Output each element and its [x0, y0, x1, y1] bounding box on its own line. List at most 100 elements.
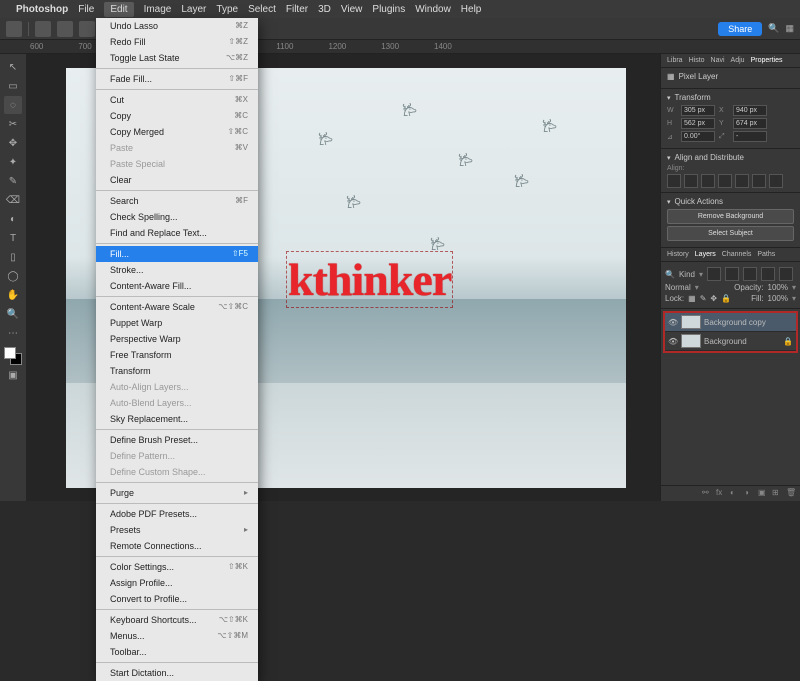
menu-item[interactable]: Search⌘F: [96, 193, 258, 209]
menu-3d[interactable]: 3D: [318, 4, 331, 15]
menu-filter[interactable]: Filter: [286, 4, 308, 15]
crop-tool-icon[interactable]: ✂: [4, 115, 22, 133]
filter-shape-icon[interactable]: [761, 267, 775, 281]
align-right-icon[interactable]: [701, 174, 715, 188]
mask-icon[interactable]: ◐: [730, 488, 740, 498]
gradient-tool-icon[interactable]: ◐: [4, 210, 22, 228]
menu-item[interactable]: Redo Fill⇧⌘Z: [96, 34, 258, 50]
zoom-tool-icon[interactable]: 🔍: [4, 305, 22, 323]
menu-item[interactable]: Find and Replace Text...: [96, 225, 258, 241]
menu-item[interactable]: Keyboard Shortcuts...⌥⇧⌘K: [96, 612, 258, 628]
menu-item[interactable]: Fade Fill...⇧⌘F: [96, 71, 258, 87]
chevron-down-icon[interactable]: ▾: [667, 94, 671, 102]
filter-adjust-icon[interactable]: [725, 267, 739, 281]
workspace-icon[interactable]: ▦: [785, 23, 794, 34]
opacity-value[interactable]: 100%: [768, 283, 788, 292]
chevron-down-icon[interactable]: ▾: [667, 154, 671, 162]
visibility-icon[interactable]: 👁: [668, 318, 678, 327]
menu-item[interactable]: Check Spelling...: [96, 209, 258, 225]
menu-file[interactable]: File: [78, 4, 94, 15]
y-input[interactable]: [733, 118, 767, 129]
tab-adjustments[interactable]: Adju: [731, 57, 745, 64]
home-icon[interactable]: [6, 21, 22, 37]
lasso-tool-icon[interactable]: ◌: [4, 96, 22, 114]
link-icon[interactable]: ⚯: [702, 488, 712, 498]
menu-layer[interactable]: Layer: [181, 4, 206, 15]
menu-item[interactable]: Fill...⇧F5: [96, 246, 258, 262]
chevron-down-icon[interactable]: ▾: [667, 198, 671, 206]
kind-filter-icon[interactable]: 🔍: [665, 270, 675, 279]
menu-item[interactable]: Sky Replacement...: [96, 411, 258, 427]
visibility-icon[interactable]: 👁: [668, 337, 678, 346]
mode-icon-2[interactable]: [79, 21, 95, 37]
eraser-tool-icon[interactable]: ⌫: [4, 191, 22, 209]
tab-histogram[interactable]: Histo: [689, 57, 705, 64]
menu-item[interactable]: Toolbar...: [96, 644, 258, 660]
height-input[interactable]: [681, 118, 715, 129]
align-top-icon[interactable]: [718, 174, 732, 188]
mode-icon[interactable]: [57, 21, 73, 37]
align-hcenter-icon[interactable]: [684, 174, 698, 188]
menu-item[interactable]: Start Dictation...: [96, 665, 258, 681]
align-vcenter-icon[interactable]: [735, 174, 749, 188]
menu-item[interactable]: Puppet Warp: [96, 315, 258, 331]
menu-item[interactable]: Adobe PDF Presets...: [96, 506, 258, 522]
lock-pos-icon[interactable]: ✥: [710, 294, 717, 303]
align-bottom-icon[interactable]: [752, 174, 766, 188]
menu-edit[interactable]: Edit: [104, 2, 133, 17]
filter-pixel-icon[interactable]: [707, 267, 721, 281]
filter-type-icon[interactable]: [743, 267, 757, 281]
select-subject-button[interactable]: Select Subject: [667, 226, 794, 241]
quick-mask-icon[interactable]: ▣: [4, 366, 22, 384]
menu-item[interactable]: Assign Profile...: [96, 575, 258, 591]
eyedropper-tool-icon[interactable]: ✥: [4, 134, 22, 152]
tab-paths[interactable]: Paths: [757, 251, 775, 258]
menu-item[interactable]: Copy⌘C: [96, 108, 258, 124]
fill-value[interactable]: 100%: [768, 294, 788, 303]
angle-input[interactable]: [681, 131, 715, 142]
lock-all-icon[interactable]: 🔒: [721, 294, 731, 303]
align-left-icon[interactable]: [667, 174, 681, 188]
menu-item[interactable]: Content-Aware Scale⌥⇧⌘C: [96, 299, 258, 315]
menu-item[interactable]: Define Brush Preset...: [96, 432, 258, 448]
group-icon[interactable]: ▣: [758, 488, 768, 498]
menu-item[interactable]: Toggle Last State⌥⌘Z: [96, 50, 258, 66]
tab-navigator[interactable]: Navi: [711, 57, 725, 64]
menu-item[interactable]: Cut⌘X: [96, 92, 258, 108]
menu-item[interactable]: Menus...⌥⇧⌘M: [96, 628, 258, 644]
menu-item[interactable]: Content-Aware Fill...: [96, 278, 258, 294]
tab-history[interactable]: History: [667, 251, 689, 258]
move-tool-icon[interactable]: ↖: [4, 58, 22, 76]
menu-item[interactable]: Undo Lasso⌘Z: [96, 18, 258, 34]
skew-input[interactable]: [733, 131, 767, 142]
menu-plugins[interactable]: Plugins: [372, 4, 405, 15]
layer-name[interactable]: Background copy: [704, 318, 766, 327]
menu-item[interactable]: Clear: [96, 172, 258, 188]
tab-properties[interactable]: Properties: [751, 57, 783, 64]
remove-background-button[interactable]: Remove Background: [667, 209, 794, 224]
layer-thumbnail[interactable]: [681, 315, 701, 329]
menu-item[interactable]: Remote Connections...: [96, 538, 258, 554]
menu-window[interactable]: Window: [415, 4, 451, 15]
fx-icon[interactable]: fx: [716, 488, 726, 498]
tab-layers[interactable]: Layers: [695, 251, 716, 258]
layer-row[interactable]: 👁 Background copy: [665, 313, 796, 332]
search-icon[interactable]: 🔍: [768, 23, 779, 34]
pen-tool-icon[interactable]: ▯: [4, 248, 22, 266]
tool-preset-icon[interactable]: [35, 21, 51, 37]
menu-item[interactable]: Perspective Warp: [96, 331, 258, 347]
menu-select[interactable]: Select: [248, 4, 276, 15]
menu-item[interactable]: Copy Merged⇧⌘C: [96, 124, 258, 140]
tab-libraries[interactable]: Libra: [667, 57, 683, 64]
hand-tool-icon[interactable]: ✋: [4, 286, 22, 304]
tab-channels[interactable]: Channels: [722, 251, 752, 258]
menu-item[interactable]: Transform: [96, 363, 258, 379]
menu-item[interactable]: Convert to Profile...: [96, 591, 258, 607]
width-input[interactable]: [681, 105, 715, 116]
menu-view[interactable]: View: [341, 4, 363, 15]
menu-item[interactable]: Free Transform: [96, 347, 258, 363]
layer-name[interactable]: Background: [704, 337, 747, 346]
menu-item[interactable]: Purge▸: [96, 485, 258, 501]
new-layer-icon[interactable]: ⊞: [772, 488, 782, 498]
filter-smart-icon[interactable]: [779, 267, 793, 281]
